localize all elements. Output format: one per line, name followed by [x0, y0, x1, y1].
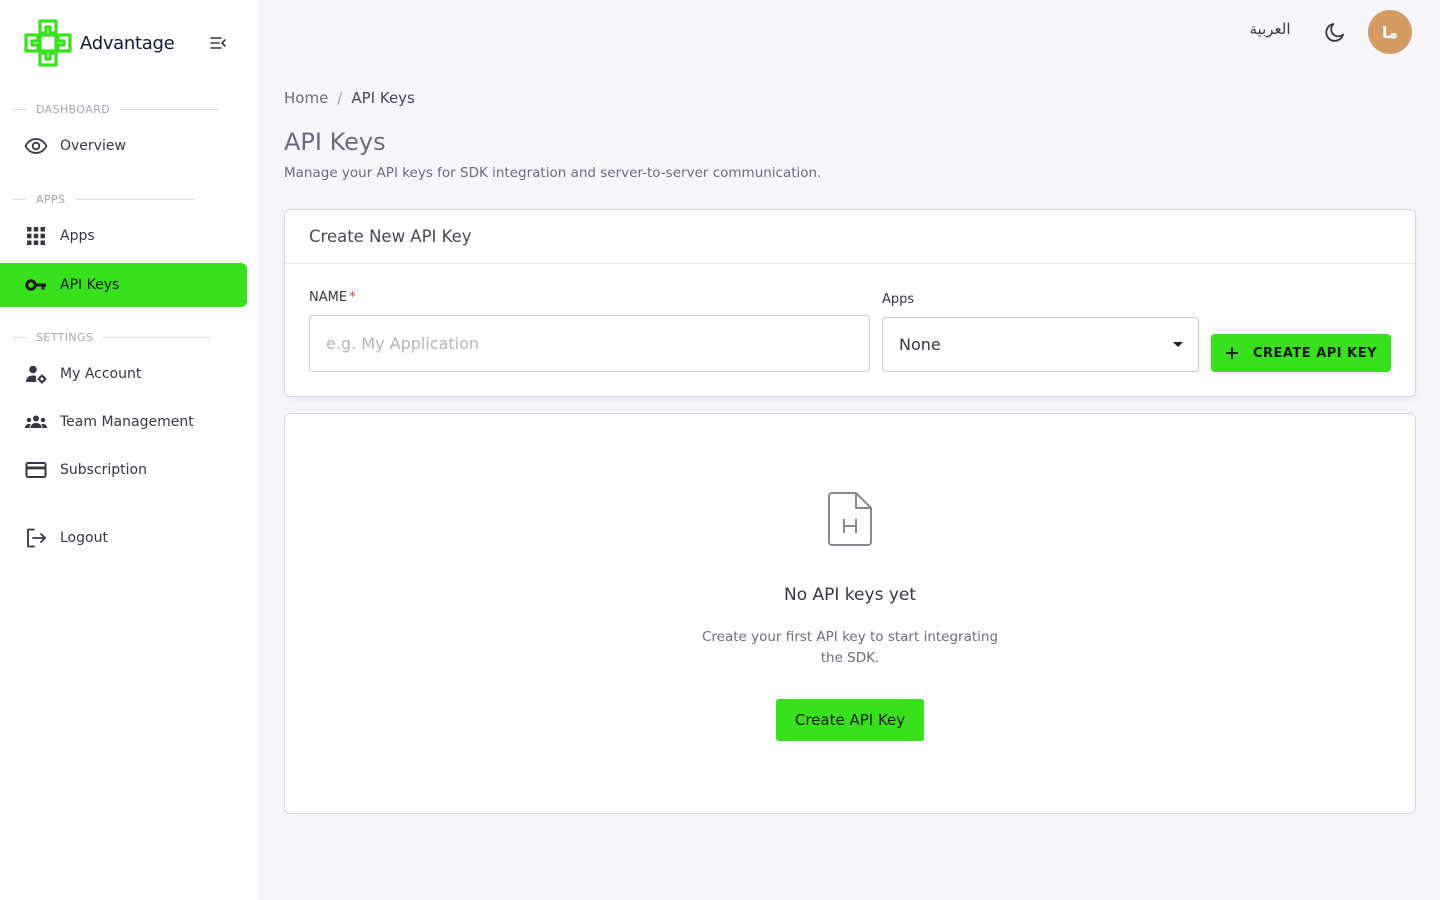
card-header: Create New API Key [285, 210, 1415, 264]
team-icon [24, 410, 48, 434]
sidebar: Advantage DASHBOARD Overview APPS Apps A… [0, 0, 260, 900]
required-mark: * [349, 290, 356, 305]
credit-card-icon [24, 458, 48, 482]
moon-icon[interactable] [1323, 20, 1347, 44]
avatar[interactable]: ما [1368, 10, 1412, 54]
name-label-text: NAME [309, 290, 348, 305]
sidebar-item-label: Overview [60, 138, 126, 154]
breadcrumb-current: API Keys [351, 89, 415, 107]
brand-name: Advantage [80, 32, 175, 54]
sidebar-item-label: Logout [60, 530, 108, 546]
page-title: API Keys [284, 128, 386, 156]
user-settings-icon [24, 362, 48, 386]
empty-state-title: No API keys yet [783, 585, 917, 605]
api-keys-empty-state: No API keys yet Create your first API ke… [284, 413, 1416, 814]
page-subtitle: Manage your API keys for SDK integration… [284, 165, 822, 181]
apps-select-value: None [899, 335, 941, 354]
grid-icon [24, 224, 48, 248]
breadcrumb-separator: / [337, 89, 343, 107]
card-title: Create New API Key [309, 227, 472, 246]
collapse-sidebar-icon[interactable] [209, 34, 227, 52]
sidebar-item-label: Subscription [60, 462, 147, 478]
sidebar-item-overview[interactable]: Overview [0, 124, 247, 168]
apps-field-label: Apps [882, 292, 915, 307]
empty-state-description: Create your first API key to start integ… [701, 629, 999, 666]
plus-icon [1225, 347, 1238, 359]
empty-state-create-button[interactable]: Create API Key [776, 699, 924, 741]
breadcrumb: Home / API Keys [284, 89, 415, 107]
section-title-apps: APPS [0, 192, 196, 206]
breadcrumb-home-link[interactable]: Home [284, 89, 328, 107]
sidebar-item-label: Apps [60, 228, 95, 244]
file-h-icon [828, 492, 872, 546]
eye-icon [24, 134, 48, 158]
sidebar-item-my-account[interactable]: My Account [0, 352, 247, 396]
apps-select[interactable]: None [882, 317, 1199, 372]
sidebar-item-team-management[interactable]: Team Management [0, 400, 247, 444]
section-title-dashboard: DASHBOARD [0, 102, 219, 116]
create-api-key-button[interactable]: CREATE API KEY [1211, 334, 1391, 372]
key-icon [24, 273, 48, 297]
brand[interactable]: Advantage [24, 19, 175, 67]
caret-down-icon [1173, 342, 1183, 347]
sidebar-item-label: API Keys [60, 277, 120, 293]
sidebar-item-label: Team Management [60, 414, 194, 430]
logout-icon [24, 526, 48, 550]
sidebar-item-label: My Account [60, 366, 142, 382]
advantage-logo-icon [24, 19, 72, 67]
api-key-name-input[interactable] [309, 315, 870, 372]
sidebar-item-api-keys[interactable]: API Keys [0, 263, 247, 307]
sidebar-item-apps[interactable]: Apps [0, 214, 247, 258]
sidebar-item-logout[interactable]: Logout [0, 516, 247, 560]
name-field-label: NAME * [309, 290, 356, 305]
section-title-settings: SETTINGS [0, 330, 212, 344]
sidebar-item-subscription[interactable]: Subscription [0, 448, 247, 492]
create-api-key-card: Create New API Key NAME* Apps None CREAT… [284, 209, 1416, 397]
create-api-key-button-label: CREATE API KEY [1252, 345, 1378, 361]
language-switch-button[interactable]: العربية [1240, 20, 1300, 44]
